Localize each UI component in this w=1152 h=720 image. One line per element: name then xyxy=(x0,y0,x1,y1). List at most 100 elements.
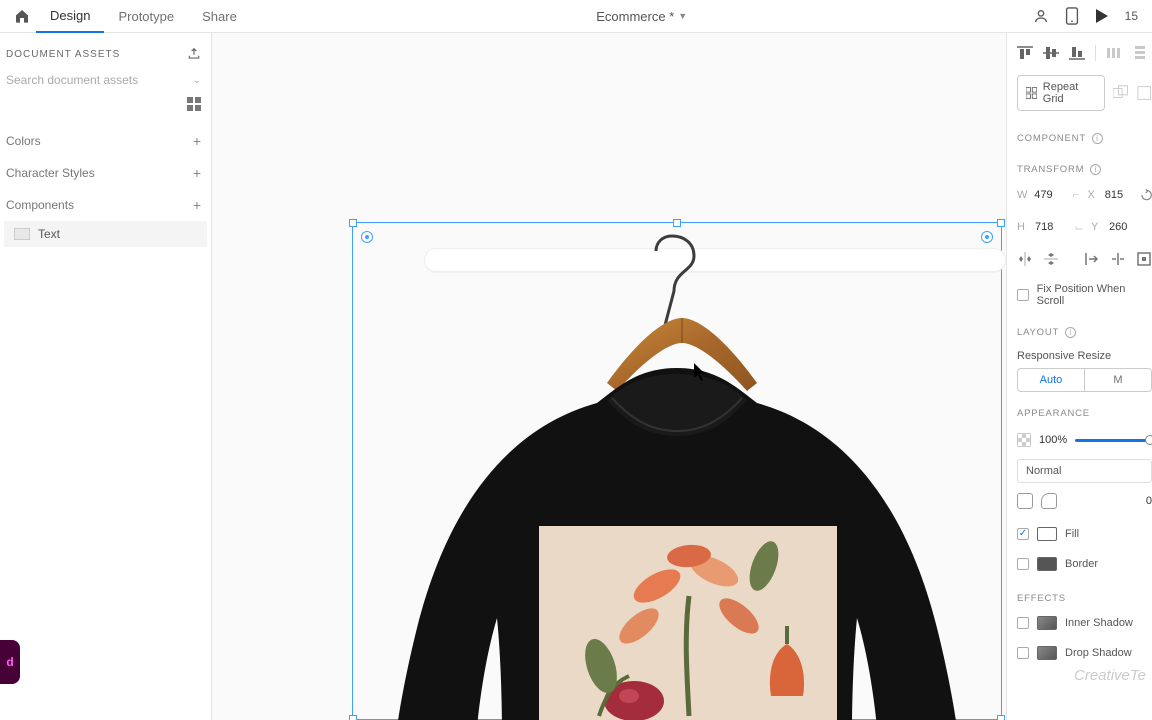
search-input[interactable] xyxy=(6,73,187,87)
distribute-v-icon[interactable] xyxy=(1132,45,1148,61)
plus-icon[interactable]: + xyxy=(193,133,201,149)
h-input[interactable]: 718 xyxy=(1035,221,1067,233)
component-item-text[interactable]: Text xyxy=(4,221,207,247)
constraint-all-icon[interactable] xyxy=(1136,251,1152,267)
canvas[interactable] xyxy=(212,33,1006,720)
info-icon[interactable]: i xyxy=(1092,133,1103,144)
inner-shadow-label: Inner Shadow xyxy=(1065,617,1133,629)
assets-charstyles-group[interactable]: Character Styles + xyxy=(0,157,211,189)
cursor-icon xyxy=(694,363,706,381)
selection-handle[interactable] xyxy=(349,715,357,720)
responsive-resize-segment[interactable]: Auto M xyxy=(1017,368,1152,392)
tab-prototype[interactable]: Prototype xyxy=(104,0,188,33)
border-checkbox[interactable] xyxy=(1017,558,1029,570)
home-icon[interactable] xyxy=(8,8,36,24)
flip-h-icon[interactable] xyxy=(1017,251,1033,267)
drop-shadow-swatch[interactable] xyxy=(1037,646,1057,660)
tab-share[interactable]: Share xyxy=(188,0,251,33)
separator xyxy=(1095,45,1096,61)
document-title[interactable]: Ecommerce * xyxy=(596,9,674,24)
chevron-down-icon[interactable]: ▼ xyxy=(678,11,687,21)
fix-position-label: Fix Position When Scroll xyxy=(1037,283,1152,307)
mobile-preview-icon[interactable] xyxy=(1065,7,1079,25)
hanger-rod xyxy=(424,248,1006,272)
zoom-level[interactable]: 15 xyxy=(1125,9,1138,23)
effects-section-label: EFFECTS xyxy=(1017,593,1066,604)
distribute-h-icon[interactable] xyxy=(1106,45,1122,61)
slider-thumb[interactable] xyxy=(1145,435,1152,445)
fill-swatch[interactable] xyxy=(1037,527,1057,541)
selection-anchor[interactable] xyxy=(361,231,373,243)
boolean-add-icon[interactable] xyxy=(1113,85,1129,101)
y-label: Y xyxy=(1091,221,1103,233)
responsive-auto-option[interactable]: Auto xyxy=(1018,369,1085,391)
assets-title: DOCUMENT ASSETS xyxy=(6,49,120,60)
corner-independent-icon[interactable] xyxy=(1041,493,1057,509)
responsive-manual-option[interactable]: M xyxy=(1085,369,1151,391)
responsive-resize-label: Responsive Resize xyxy=(1017,342,1152,364)
selection-handle[interactable] xyxy=(349,219,357,227)
info-icon[interactable]: i xyxy=(1090,164,1101,175)
drop-shadow-label: Drop Shadow xyxy=(1065,647,1132,659)
layout-section-label: LAYOUT xyxy=(1017,327,1059,338)
repeat-grid-button[interactable]: Repeat Grid xyxy=(1017,75,1105,111)
xd-app-icon: d xyxy=(0,640,20,684)
constraint-left-icon[interactable] xyxy=(1084,251,1100,267)
x-input[interactable]: 815 xyxy=(1105,189,1135,201)
blend-mode-select[interactable]: Normal xyxy=(1017,459,1152,483)
component-item-label: Text xyxy=(38,227,60,241)
inner-shadow-checkbox[interactable] xyxy=(1017,617,1029,629)
border-label: Border xyxy=(1065,558,1098,570)
fill-label: Fill xyxy=(1065,528,1079,540)
assets-colors-label: Colors xyxy=(6,134,41,148)
opacity-checker-icon xyxy=(1017,433,1031,447)
opacity-value[interactable]: 100% xyxy=(1039,434,1067,446)
fix-position-checkbox[interactable] xyxy=(1017,289,1029,301)
corner-radius-input[interactable]: 0 xyxy=(1146,495,1152,507)
chevron-down-icon[interactable]: ⌄ xyxy=(193,75,201,86)
w-input[interactable]: 479 xyxy=(1034,189,1064,201)
align-top-icon[interactable] xyxy=(1017,45,1033,61)
inner-shadow-swatch[interactable] xyxy=(1037,616,1057,630)
corner-same-icon[interactable] xyxy=(1017,493,1033,509)
component-section-label: COMPONENT xyxy=(1017,133,1086,144)
fill-checkbox[interactable] xyxy=(1017,528,1029,540)
selection-anchor[interactable] xyxy=(981,231,993,243)
transform-section-label: TRANSFORM xyxy=(1017,164,1084,175)
border-swatch[interactable] xyxy=(1037,557,1057,571)
assets-charstyles-label: Character Styles xyxy=(6,166,95,180)
y-input[interactable]: 260 xyxy=(1109,221,1141,233)
info-icon[interactable]: i xyxy=(1065,327,1076,338)
drop-shadow-checkbox[interactable] xyxy=(1017,647,1029,659)
opacity-slider[interactable] xyxy=(1075,439,1152,442)
rotate-icon[interactable] xyxy=(1141,189,1152,201)
boolean-sub-icon[interactable] xyxy=(1137,85,1152,101)
play-icon[interactable] xyxy=(1095,8,1109,24)
selection-handle[interactable] xyxy=(673,219,681,227)
repeat-grid-label: Repeat Grid xyxy=(1043,81,1096,105)
component-thumb xyxy=(14,228,30,240)
w-label: W xyxy=(1017,189,1028,201)
align-bottom-icon[interactable] xyxy=(1069,45,1085,61)
plus-icon[interactable]: + xyxy=(193,165,201,181)
align-vcenter-icon[interactable] xyxy=(1043,45,1059,61)
assets-components-group[interactable]: Components + xyxy=(0,189,211,221)
h-label: H xyxy=(1017,221,1029,233)
lock-aspect-icon[interactable]: ⌙ xyxy=(1073,216,1085,238)
shirt-print xyxy=(539,526,837,720)
export-icon[interactable] xyxy=(187,47,201,61)
tab-design[interactable]: Design xyxy=(36,0,104,33)
x-label: X xyxy=(1088,189,1099,201)
assets-components-label: Components xyxy=(6,198,74,212)
grid-view-icon[interactable] xyxy=(187,97,201,111)
selection-handle[interactable] xyxy=(997,715,1005,720)
flip-v-icon[interactable] xyxy=(1043,251,1059,267)
selection-handle[interactable] xyxy=(997,219,1005,227)
appearance-section-label: APPEARANCE xyxy=(1017,408,1090,419)
user-icon[interactable] xyxy=(1033,8,1049,24)
plus-icon[interactable]: + xyxy=(193,197,201,213)
hanger-hook xyxy=(644,231,690,291)
assets-colors-group[interactable]: Colors + xyxy=(0,125,211,157)
constraint-center-icon[interactable] xyxy=(1110,251,1126,267)
lock-aspect-icon[interactable]: ⌐ xyxy=(1070,184,1081,206)
